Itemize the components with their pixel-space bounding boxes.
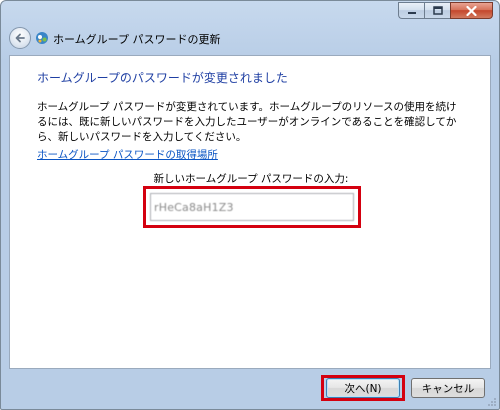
cancel-button[interactable]: キャンセル: [411, 378, 485, 398]
title-bar[interactable]: [1, 1, 499, 25]
dialog-window: ホームグループ パスワードの更新 ホームグループのパスワードが変更されました ホ…: [0, 0, 500, 410]
back-button[interactable]: [9, 27, 31, 49]
minimize-icon: [407, 11, 416, 14]
navigation-bar: ホームグループ パスワードの更新: [1, 25, 499, 55]
page-heading: ホームグループのパスワードが変更されました: [37, 71, 288, 85]
next-button-highlight: 次へ(N): [321, 375, 405, 401]
window-title: ホームグループ パスワードの更新: [53, 33, 221, 46]
maximize-icon: [432, 6, 443, 15]
minimize-button[interactable]: [398, 2, 424, 19]
homegroup-icon: [36, 32, 48, 44]
password-input-highlight: [143, 186, 361, 228]
resize-grip-icon[interactable]: [487, 397, 497, 407]
close-button[interactable]: [450, 2, 493, 19]
password-location-link[interactable]: ホームグループ パスワードの取得場所: [37, 147, 218, 162]
password-input-label: 新しいホームグループ パスワードの入力:: [153, 173, 349, 185]
caption-buttons: [398, 2, 493, 19]
description-text: ホームグループ パスワードが変更されています。ホームグループのリソースの使用を続…: [37, 101, 457, 143]
close-icon: [466, 5, 477, 16]
content-panel: ホームグループのパスワードが変更されました ホームグループ パスワードが変更され…: [9, 55, 491, 369]
next-button[interactable]: 次へ(N): [326, 378, 400, 398]
footer-bar: 次へ(N) キャンセル: [1, 369, 499, 409]
password-input[interactable]: [150, 193, 354, 221]
back-arrow-icon: [15, 33, 25, 43]
maximize-button[interactable]: [424, 2, 450, 19]
